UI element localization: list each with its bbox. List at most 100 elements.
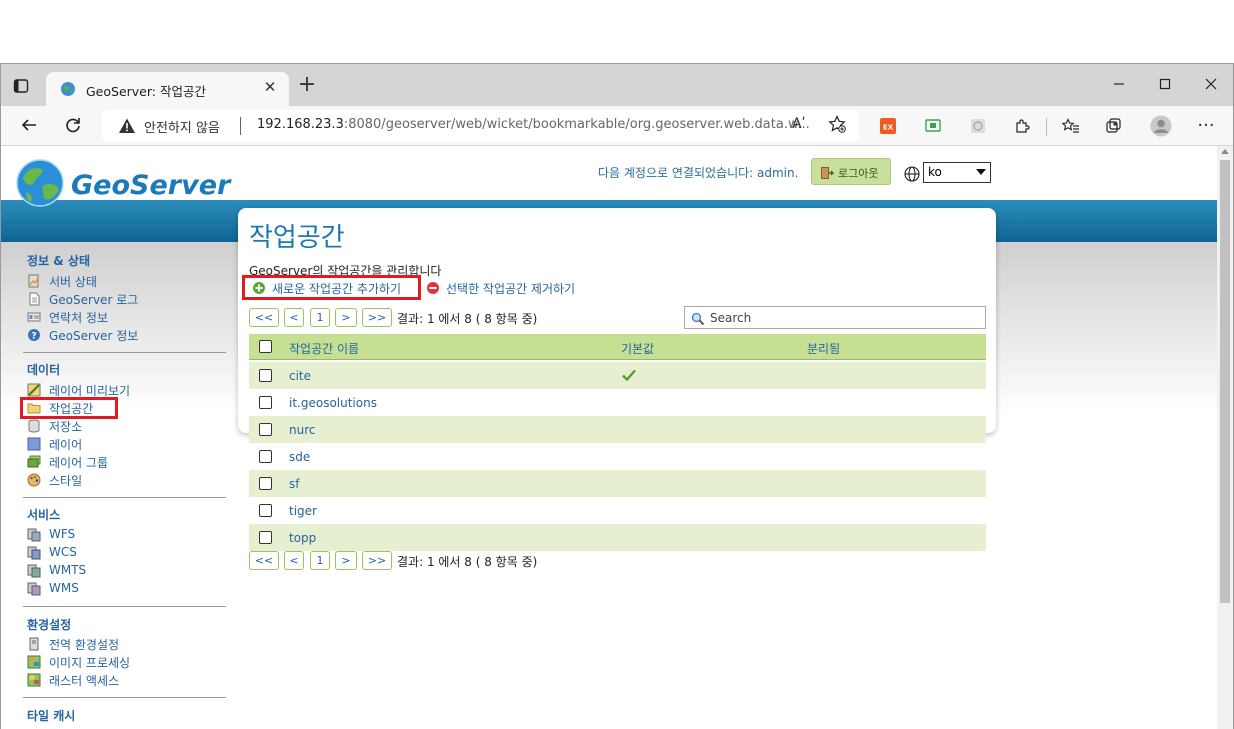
column-header-isolated[interactable]: 분리됨	[807, 340, 840, 357]
toolbar-separator	[1046, 118, 1047, 136]
sidebar-item-label: 레이어	[49, 438, 83, 452]
workspace-link[interactable]: nurc	[289, 423, 315, 437]
url-host: 192.168.23.3	[257, 117, 344, 132]
log-document-icon	[27, 292, 41, 306]
row-checkbox[interactable]	[259, 369, 272, 382]
language-globe-icon	[904, 166, 920, 182]
service-wcs-icon	[27, 546, 41, 560]
page-scrollbar[interactable]	[1217, 146, 1233, 729]
pager-first-button[interactable]: <<	[249, 308, 279, 327]
row-checkbox[interactable]	[259, 423, 272, 436]
help-icon: ?	[27, 328, 41, 342]
table-row: tiger	[249, 497, 986, 524]
favorites-icon[interactable]	[1061, 118, 1079, 134]
workspace-link[interactable]: topp	[289, 531, 316, 545]
workspace-link[interactable]: tiger	[289, 504, 317, 518]
insecure-label[interactable]: 안전하지 않음	[144, 117, 220, 136]
column-header-default[interactable]: 기본값	[621, 340, 654, 357]
sidebar-section-settings: 환경설정	[27, 618, 72, 632]
extension-green-icon[interactable]	[925, 118, 941, 134]
scroll-up-icon[interactable]	[1221, 149, 1229, 154]
row-checkbox[interactable]	[259, 396, 272, 409]
sidebar-section-data: 데이터	[27, 363, 61, 377]
svg-text:EX: EX	[883, 124, 894, 132]
sidebar-item-label: WFS	[49, 527, 76, 541]
pager-next-button[interactable]: >	[335, 308, 357, 327]
pager-page-button[interactable]: 1	[310, 308, 330, 327]
workspace-link[interactable]: sf	[289, 477, 299, 491]
add-favorite-icon[interactable]	[828, 115, 846, 138]
extension-gray-icon[interactable]	[970, 118, 986, 134]
read-aloud-icon[interactable]: Aʹ	[792, 116, 805, 132]
layer-preview-icon	[27, 383, 41, 397]
sidebar-divider	[23, 352, 226, 353]
geoserver-logo[interactable]: GeoServer	[13, 154, 230, 209]
address-separator	[240, 117, 241, 135]
svg-text:?: ?	[31, 332, 36, 342]
browser-window: GeoServer: 작업공간 ✕ + 안전하지 않음 192.168.23.3…	[0, 63, 1234, 729]
pager-next-button[interactable]: >	[335, 551, 357, 570]
maximize-icon[interactable]	[1150, 74, 1180, 96]
url-text[interactable]: 192.168.23.3:8080/geoserver/web/wicket/b…	[257, 117, 810, 132]
highlight-add-workspace	[242, 275, 421, 300]
raster-icon	[27, 673, 41, 687]
chevron-down-icon	[976, 169, 986, 175]
pager-page-button[interactable]: 1	[310, 551, 330, 570]
table-row: cite	[249, 362, 986, 389]
geoserver-globe-icon	[16, 159, 64, 207]
select-all-checkbox[interactable]	[259, 340, 272, 353]
service-wfs-icon	[27, 528, 41, 542]
tab-actions-icon[interactable]	[13, 78, 29, 94]
tab-close-icon[interactable]: ✕	[261, 78, 279, 96]
server-status-icon	[27, 274, 41, 288]
minimize-icon[interactable]	[1104, 74, 1134, 96]
row-checkbox[interactable]	[259, 477, 272, 490]
close-window-icon[interactable]	[1196, 74, 1226, 96]
workspace-link[interactable]: it.geosolutions	[289, 396, 377, 410]
sidebar-section-services: 서비스	[27, 508, 61, 522]
remove-icon	[426, 281, 440, 295]
warning-icon[interactable]	[118, 117, 136, 135]
sidebar: 정보 & 상태 서버 상태 GeoServer 로그 연락처 정보 ? GeoS…	[1, 242, 236, 729]
new-tab-button[interactable]: +	[297, 74, 317, 96]
pager-prev-button[interactable]: <	[284, 308, 304, 327]
profile-avatar-icon[interactable]	[1150, 115, 1172, 137]
language-value: ko	[928, 165, 942, 179]
logout-button[interactable]: 로그아웃	[811, 158, 891, 185]
sidebar-item-label: 서버 상태	[49, 275, 97, 289]
sidebar-item-label: 스타일	[49, 474, 83, 488]
sidebar-divider	[23, 697, 226, 698]
address-bar[interactable]: 안전하지 않음 192.168.23.3:8080/geoserver/web/…	[102, 110, 859, 142]
back-icon[interactable]	[18, 115, 40, 137]
tab-geoserver[interactable]: GeoServer: 작업공간 ✕	[46, 72, 289, 106]
top-blank-area	[0, 0, 1234, 63]
row-checkbox[interactable]	[259, 504, 272, 517]
search-input[interactable]: Search	[684, 306, 986, 329]
sidebar-item-label: 레이어 그룹	[49, 456, 109, 470]
pager-first-button[interactable]: <<	[249, 551, 279, 570]
pager-result-text: 결과: 1 에서 8 ( 8 항목 중)	[397, 555, 538, 569]
highlight-workspaces	[20, 397, 118, 419]
sidebar-item-label: 래스터 액세스	[49, 674, 120, 688]
service-wms-icon	[27, 582, 41, 596]
collections-icon[interactable]	[1106, 118, 1122, 134]
refresh-icon[interactable]	[62, 115, 84, 137]
row-checkbox[interactable]	[259, 531, 272, 544]
pager-last-button[interactable]: >>	[362, 551, 392, 570]
pager-prev-button[interactable]: <	[284, 551, 304, 570]
default-check-icon	[621, 367, 637, 383]
sidebar-section-info: 정보 & 상태	[27, 254, 90, 268]
extension-ex-icon[interactable]: EX	[880, 118, 896, 134]
sidebar-item-label: GeoServer 로그	[49, 293, 139, 307]
workspace-link[interactable]: cite	[289, 369, 311, 383]
column-header-name[interactable]: 작업공간 이름	[289, 340, 359, 357]
pager-last-button[interactable]: >>	[362, 308, 392, 327]
login-status: 다음 계정으로 연결되었습니다: admin.	[598, 166, 799, 180]
table-row: topp	[249, 524, 986, 551]
more-options-icon[interactable]: ···	[1195, 115, 1217, 137]
language-select[interactable]: ko	[923, 162, 991, 183]
workspace-link[interactable]: sde	[289, 450, 310, 464]
scroll-thumb[interactable]	[1220, 160, 1230, 603]
extensions-puzzle-icon[interactable]	[1014, 118, 1030, 134]
row-checkbox[interactable]	[259, 450, 272, 463]
